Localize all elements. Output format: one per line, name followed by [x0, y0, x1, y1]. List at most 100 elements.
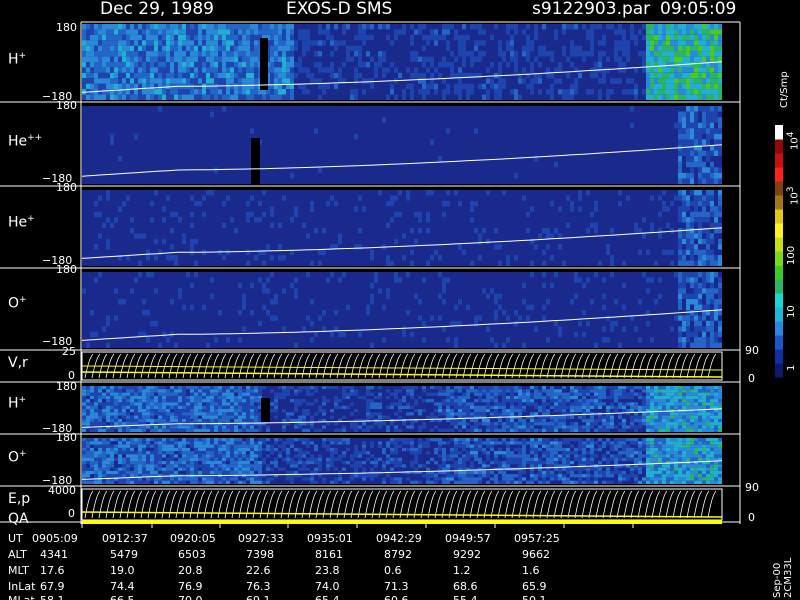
spec-cell [546, 244, 550, 250]
spec-cell [370, 412, 374, 416]
spec-cell [170, 51, 174, 57]
spec-cell [154, 415, 158, 419]
spec-cell [682, 89, 686, 95]
spec-cell [706, 206, 710, 212]
spec-cell [342, 389, 346, 393]
spec-cell [694, 211, 698, 218]
spec-cell [150, 415, 154, 419]
spec-cell [218, 67, 222, 73]
spec-cell [110, 40, 114, 46]
spec-cell [638, 249, 642, 256]
spec-cell [430, 83, 434, 90]
spec-cell [654, 78, 658, 84]
spectrogram-chart [0, 21, 783, 528]
spec-cell [374, 422, 378, 426]
spec-cell [242, 418, 246, 423]
spec-cell [306, 72, 310, 79]
spec-cell [370, 228, 374, 234]
spec-cell [142, 272, 146, 278]
spec-cell [406, 342, 410, 348]
spec-cell [410, 51, 414, 57]
spec-cell [270, 206, 274, 212]
spec-cell [314, 331, 318, 338]
spec-cell [386, 34, 390, 41]
spec-cell [358, 62, 362, 68]
spec-cell [198, 402, 202, 406]
spec-cell [166, 428, 170, 432]
spec-cell [478, 337, 482, 343]
spec-cell [418, 72, 422, 79]
spec-cell [678, 67, 682, 73]
spec-cell [494, 260, 498, 266]
spec-cell [350, 331, 354, 338]
spec-cell [370, 405, 374, 409]
spec-cell [714, 40, 718, 46]
spec-cell [382, 425, 386, 429]
spec-cell [158, 392, 162, 396]
spec-cell [418, 145, 422, 151]
spec-cell [602, 51, 606, 57]
spec-cell [150, 206, 154, 212]
spec-cell [642, 249, 646, 256]
spec-cell [170, 78, 174, 84]
spec-cell [158, 412, 162, 416]
spec-cell [102, 222, 106, 228]
spec-cell [422, 211, 426, 218]
spec-cell [690, 200, 694, 207]
spec-cell [154, 24, 158, 30]
spec-cell [530, 277, 534, 283]
spec-cell [642, 51, 646, 57]
spec-cell [534, 326, 538, 332]
spec-cell [678, 260, 682, 266]
spec-cell [194, 45, 198, 52]
spec-cell [546, 67, 550, 73]
spec-cell [102, 395, 106, 400]
spec-cell [642, 24, 646, 30]
spec-cell [322, 156, 326, 162]
spec-cell [618, 310, 622, 316]
spec-cell [642, 139, 646, 145]
spec-cell [430, 428, 434, 432]
spec-cell [254, 83, 258, 90]
spec-cell [662, 206, 666, 212]
spec-cell [222, 62, 226, 68]
spec-cell [422, 405, 426, 409]
spec-cell [618, 29, 622, 35]
spec-cell [514, 122, 518, 129]
spec-cell [682, 244, 686, 250]
spec-cell [530, 89, 534, 95]
spec-cell [178, 412, 182, 416]
spec-cell [230, 428, 234, 432]
spec-cell [290, 78, 294, 84]
spec-cell [114, 161, 118, 168]
spec-cell [462, 29, 466, 35]
spec-cell [686, 233, 690, 239]
spec-cell [450, 392, 454, 396]
spec-cell [598, 56, 602, 62]
spec-cell [266, 386, 270, 390]
spec-cell [690, 217, 694, 223]
spec-cell [90, 51, 94, 57]
spec-cell [98, 288, 102, 294]
spec-cell [598, 94, 602, 100]
spec-cell [694, 315, 698, 321]
spec-cell [338, 72, 342, 79]
spec-cell [422, 386, 426, 390]
spec-cell [442, 200, 446, 207]
spec-cell [206, 395, 210, 400]
spec-cell [222, 392, 226, 396]
spec-cell [678, 277, 682, 283]
spec-cell [486, 304, 490, 310]
spec-cell [106, 67, 110, 73]
spec-cell [450, 395, 454, 400]
spec-cell [582, 331, 586, 338]
spec-cell [82, 56, 86, 62]
spec-cell [186, 56, 190, 62]
spec-cell [326, 34, 330, 41]
spec-cell [210, 389, 214, 393]
spec-cell [290, 244, 294, 250]
spec-cell [366, 428, 370, 432]
spec-cell [418, 386, 422, 390]
spec-cell [290, 51, 294, 57]
spec-cell [406, 217, 410, 223]
